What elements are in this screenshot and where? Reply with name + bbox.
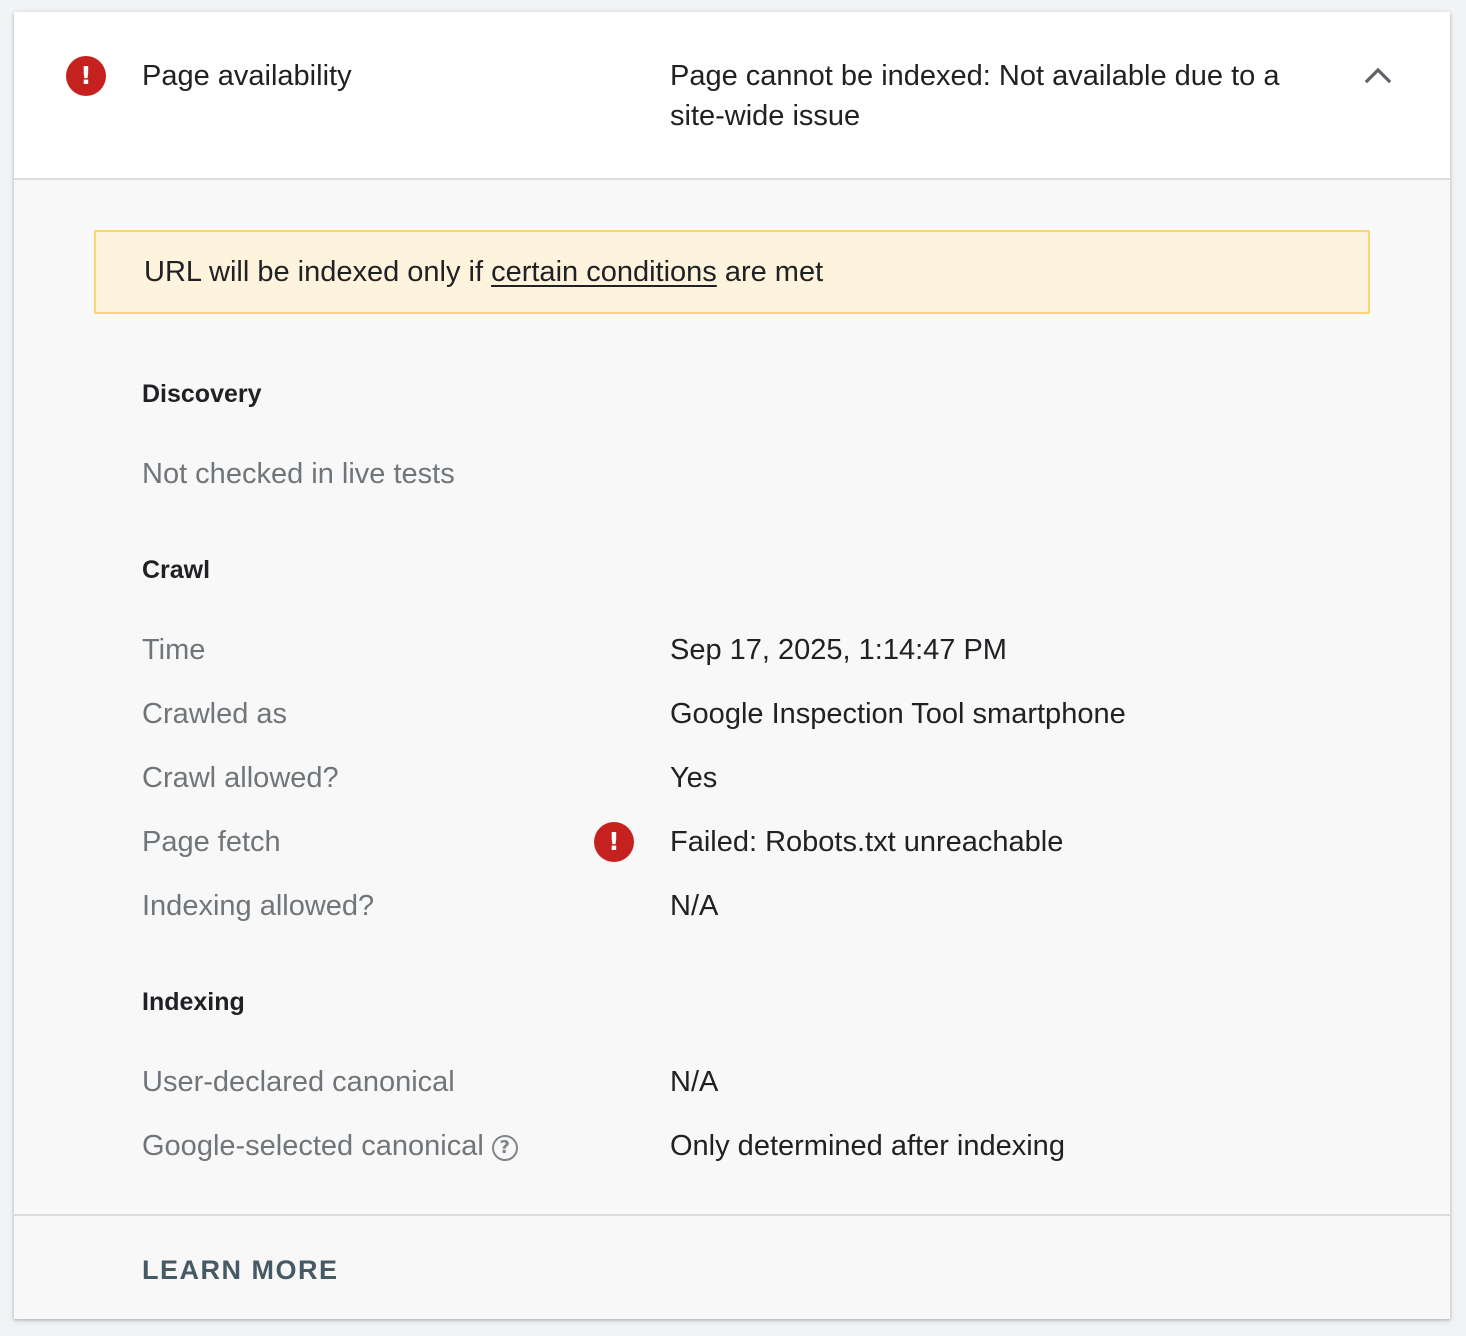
google-selected-canonical-label: Google-selected canonical: [142, 1130, 484, 1162]
page-fetch-label: Page fetch: [142, 826, 281, 858]
user-declared-canonical-label: User-declared canonical: [142, 1066, 455, 1098]
crawl-section-title: Crawl: [142, 556, 211, 584]
crawled-as-value: Google Inspection Tool smartphone: [670, 698, 1126, 730]
crawled-as-label: Crawled as: [142, 698, 288, 730]
indexing-section-title: Indexing: [142, 988, 245, 1016]
page-availability-card: ! Page availability Page cannot be index…: [14, 12, 1450, 1319]
chevron-up-icon[interactable]: [1360, 60, 1396, 92]
learn-more-button[interactable]: LEARN MORE: [142, 1250, 339, 1290]
crawl-allowed-value: Yes: [670, 762, 718, 794]
help-icon[interactable]: ?: [491, 1135, 518, 1161]
crawl-time-label: Time: [142, 634, 206, 666]
google-selected-canonical-row-label: Google-selected canonical?: [142, 1126, 518, 1166]
page-availability-label: Page availability: [142, 60, 352, 92]
discovery-section-title: Discovery: [142, 380, 262, 408]
page-availability-header[interactable]: ! Page availability Page cannot be index…: [14, 12, 1450, 180]
crawl-allowed-label: Crawl allowed?: [142, 762, 339, 794]
indexing-allowed-label: Indexing allowed?: [142, 890, 375, 922]
error-icon: !: [66, 56, 106, 96]
page-availability-status: Page cannot be indexed: Not available du…: [670, 60, 1280, 132]
error-icon: !: [594, 822, 634, 862]
banner-text-prefix: URL will be indexed only if: [144, 256, 492, 288]
page-fetch-value: Failed: Robots.txt unreachable: [670, 826, 1064, 858]
google-selected-canonical-value: Only determined after indexing: [670, 1130, 1065, 1162]
user-declared-canonical-value: N/A: [670, 1066, 719, 1098]
indexing-conditions-banner: URL will be indexed only if certain cond…: [94, 230, 1370, 314]
banner-text-suffix: are met: [716, 256, 824, 288]
card-footer: LEARN MORE: [14, 1214, 1450, 1319]
certain-conditions-link[interactable]: certain conditions: [491, 256, 717, 288]
indexing-allowed-value: N/A: [670, 890, 719, 922]
discovery-note: Not checked in live tests: [142, 458, 455, 490]
crawl-time-value: Sep 17, 2025, 1:14:47 PM: [670, 634, 1007, 666]
